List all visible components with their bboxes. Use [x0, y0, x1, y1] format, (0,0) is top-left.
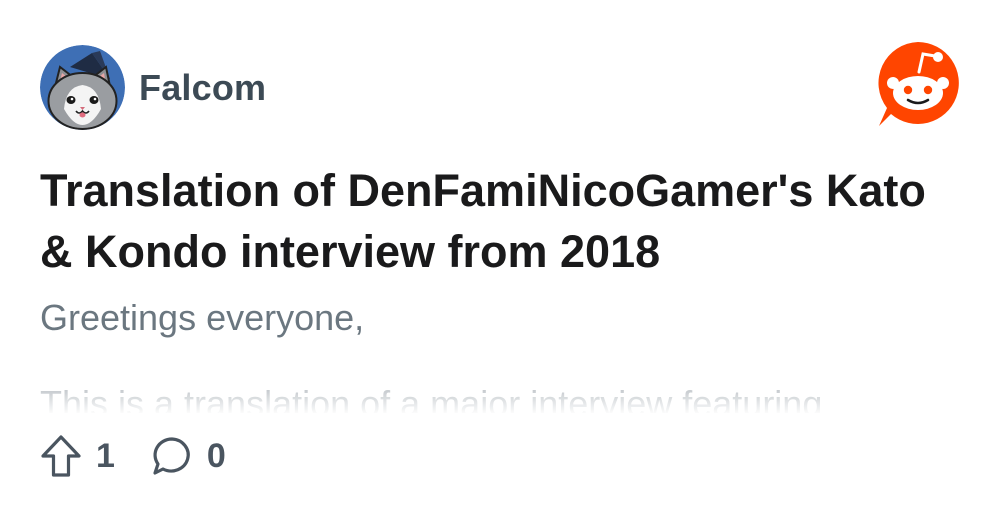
excerpt-line: Greetings everyone,	[40, 297, 365, 338]
post-title[interactable]: Translation of DenFamiNicoGamer's Kato &…	[40, 160, 940, 282]
post-header: Falcom	[40, 45, 266, 130]
upvote-count: 1	[96, 436, 115, 475]
comment-bubble-icon	[153, 437, 190, 475]
upvote-button[interactable]: 1	[40, 434, 115, 478]
post-card[interactable]: Falcom Translation of DenFamiNicoGamer's…	[0, 0, 1000, 521]
excerpt-line-faded: This is a translation of a major intervi…	[40, 383, 823, 413]
comment-count: 0	[206, 436, 226, 475]
post-author[interactable]: Falcom	[139, 67, 266, 109]
cat-avatar-icon[interactable]	[40, 45, 125, 130]
post-excerpt: Greetings everyone, This is a translatio…	[40, 293, 940, 413]
post-actions: 1 0	[40, 434, 262, 478]
upvote-arrow-icon	[41, 435, 81, 477]
reddit-logo-icon[interactable]	[873, 38, 963, 128]
comment-button[interactable]: 0	[151, 435, 226, 477]
